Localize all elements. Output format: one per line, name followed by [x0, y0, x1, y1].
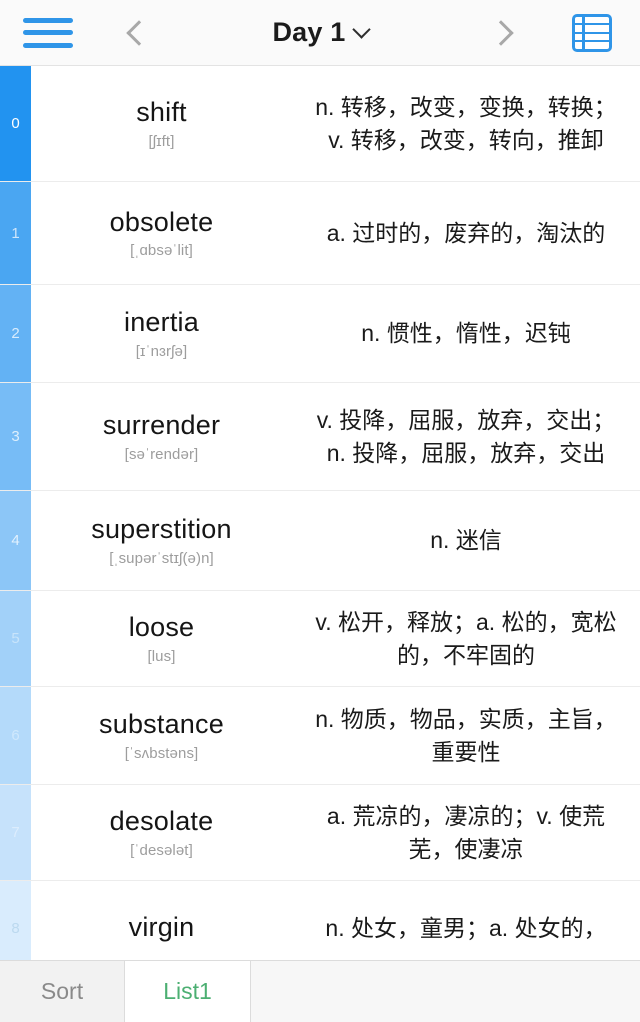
word-text: obsolete: [109, 206, 214, 237]
phonetic-text: [ˈsʌbstəns]: [124, 744, 199, 762]
word-cell[interactable]: obsolete [ˌɑbsəˈlit]: [31, 182, 292, 284]
next-day-button[interactable]: [458, 0, 544, 66]
menu-button[interactable]: [0, 0, 96, 66]
table-row[interactable]: 3 surrender [səˈrendər] v. 投降，屈服，放弃，交出；n. 投…: [0, 383, 640, 491]
phonetic-text: [lus]: [147, 647, 176, 665]
definition-cell: a. 荒凉的，凄凉的；v. 使荒芜，使凄凉: [326, 802, 606, 862]
row-index: 2: [0, 285, 31, 382]
row-index: 8: [0, 881, 31, 960]
phonetic-text: [ˌsupərˈstɪʃ(ə)n]: [109, 549, 214, 567]
definition-cell: n. 物质，物品，实质，主旨，重要性: [315, 705, 617, 765]
word-text: virgin: [128, 912, 195, 943]
bottom-tab-bar: Sort List1: [0, 960, 640, 1022]
chevron-right-icon: [488, 19, 514, 46]
tab-bar-filler: [251, 961, 640, 1022]
word-cell[interactable]: shift [ʃɪft]: [31, 66, 292, 181]
app-header: Day 1: [0, 0, 640, 66]
word-cell[interactable]: inertia [ɪˈnɜrʃə]: [31, 285, 292, 382]
word-text: surrender: [102, 410, 221, 441]
row-index: 7: [0, 785, 31, 880]
word-cell[interactable]: surrender [səˈrendər]: [31, 383, 292, 490]
word-cell[interactable]: virgin: [31, 881, 292, 960]
phonetic-text: [ˌɑbsəˈlit]: [130, 242, 193, 260]
row-index: 3: [0, 383, 31, 490]
word-cell[interactable]: superstition [ˌsupərˈstɪʃ(ə)n]: [31, 491, 292, 590]
word-text: substance: [99, 709, 224, 740]
chevron-left-icon: [126, 19, 152, 46]
table-row[interactable]: 4 superstition [ˌsupərˈstɪʃ(ə)n] n. 迷信: [0, 491, 640, 591]
word-text: loose: [128, 612, 195, 643]
word-text: desolate: [109, 806, 214, 837]
definition-cell: n. 处女，童男；a. 处女的，: [325, 914, 607, 941]
word-cell[interactable]: substance [ˈsʌbstəns]: [31, 687, 292, 784]
tab-list1[interactable]: List1: [125, 961, 251, 1022]
table-row[interactable]: 2 inertia [ɪˈnɜrʃə] n. 惯性，惰性，迟钝: [0, 285, 640, 383]
word-text: inertia: [124, 307, 199, 338]
definition-cell: v. 投降，屈服，放弃，交出；n. 投降，屈服，放弃，交出: [316, 406, 616, 466]
word-text: superstition: [91, 514, 232, 545]
word-list[interactable]: 0 shift [ʃɪft] n. 转移，改变，变换，转换；v. 转移，改变，转向，推…: [0, 66, 640, 960]
row-index: 5: [0, 591, 31, 686]
definition-cell: n. 惯性，惰性，迟钝: [361, 320, 571, 347]
chevron-down-icon: [351, 19, 371, 39]
table-row[interactable]: 1 obsolete [ˌɑbsəˈlit] a. 过时的，废弃的，淘汰的: [0, 182, 640, 285]
word-cell[interactable]: desolate [ˈdesələt]: [31, 785, 292, 880]
row-index: 1: [0, 182, 31, 284]
definition-cell: v. 松开，释放；a. 松的，宽松的，不牢固的: [315, 608, 617, 668]
previous-day-button[interactable]: [96, 0, 182, 66]
page-title: Day 1: [272, 17, 346, 47]
table-row[interactable]: 8 virgin n. 处女，童男；a. 处女的，: [0, 881, 640, 960]
row-index: 0: [0, 66, 31, 181]
table-row[interactable]: 7 desolate [ˈdesələt] a. 荒凉的，凄凉的；v. 使荒芜，使凄凉: [0, 785, 640, 881]
definition-cell: n. 转移，改变，变换，转换；v. 转移，改变，转向，推卸: [315, 93, 617, 153]
table-row[interactable]: 6 substance [ˈsʌbstəns] n. 物质，物品，实质，主旨，重要性: [0, 687, 640, 785]
table-row[interactable]: 5 loose [lus] v. 松开，释放；a. 松的，宽松的，不牢固的: [0, 591, 640, 687]
hamburger-menu-icon: [23, 17, 73, 48]
list-view-button[interactable]: [544, 0, 640, 66]
row-index: 4: [0, 491, 31, 590]
word-text: shift: [136, 97, 187, 128]
definition-cell: a. 过时的，废弃的，淘汰的: [326, 219, 606, 246]
table-row[interactable]: 0 shift [ʃɪft] n. 转移，改变，变换，转换；v. 转移，改变，转向，推…: [0, 66, 640, 182]
day-selector[interactable]: Day 1: [182, 0, 458, 66]
definition-cell: n. 迷信: [430, 527, 502, 554]
phonetic-text: [ɪˈnɜrʃə]: [135, 342, 188, 360]
tab-sort[interactable]: Sort: [0, 961, 125, 1022]
row-index: 6: [0, 687, 31, 784]
phonetic-text: [səˈrendər]: [124, 445, 199, 463]
list-grid-icon: [572, 13, 612, 52]
word-cell[interactable]: loose [lus]: [31, 591, 292, 686]
phonetic-text: [ˈdesələt]: [130, 841, 193, 859]
phonetic-text: [ʃɪft]: [148, 132, 175, 150]
